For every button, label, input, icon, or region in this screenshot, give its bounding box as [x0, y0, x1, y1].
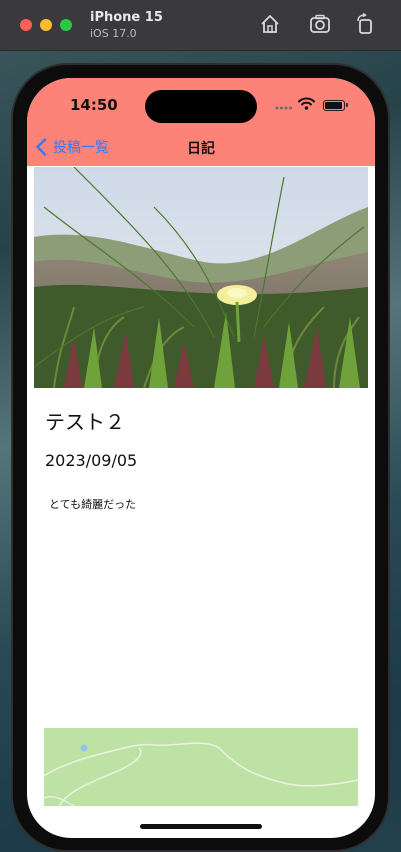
battery-icon — [323, 100, 345, 111]
simulator-device-name: iPhone 15 — [90, 10, 163, 25]
post-photo — [34, 167, 368, 388]
post-date: 2023/09/05 — [45, 451, 138, 470]
wifi-icon — [298, 97, 315, 110]
post-body: とても綺麗だった — [49, 498, 137, 511]
dynamic-island — [145, 90, 257, 123]
page-title: 日記 — [187, 141, 215, 157]
camera-icon[interactable] — [309, 13, 331, 35]
home-icon[interactable] — [259, 13, 281, 35]
post-title: テスト２ — [45, 410, 125, 434]
location-map[interactable] — [44, 728, 358, 806]
cellular-signal-icon — [275, 106, 292, 110]
simulator-os-version: iOS 17.0 — [90, 27, 137, 40]
home-indicator[interactable] — [140, 824, 262, 829]
battery-tip — [346, 103, 348, 107]
close-window-button[interactable] — [20, 19, 32, 31]
iphone-screen: 14:50 投稿一覧 日記 テスト２ 2023/09/05 とても綺麗だった — [27, 78, 375, 838]
rotate-icon[interactable] — [354, 12, 376, 35]
battery-level — [325, 102, 342, 109]
zoom-window-button[interactable] — [60, 19, 72, 31]
water-marker — [80, 744, 88, 752]
status-time: 14:50 — [70, 96, 118, 114]
simulator-toolbar: iPhone 15 iOS 17.0 — [0, 0, 401, 51]
minimize-window-button[interactable] — [40, 19, 52, 31]
